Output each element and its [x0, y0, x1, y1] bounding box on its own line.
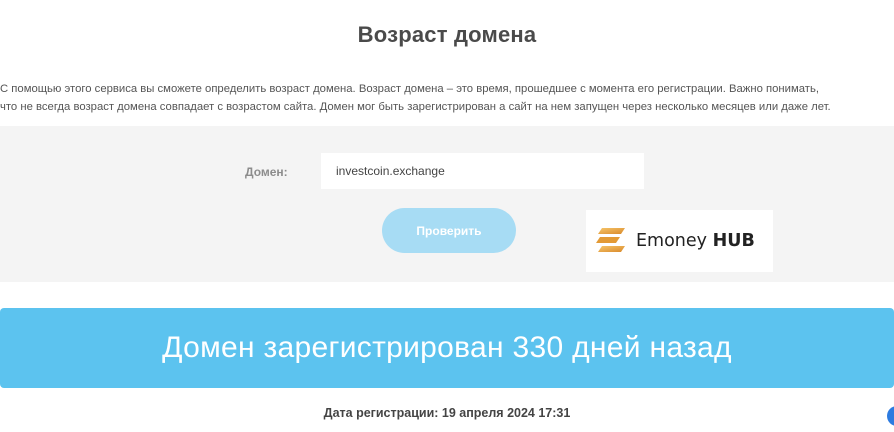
- domain-label: Домен:: [245, 165, 288, 179]
- registration-date: Дата регистрации: 19 апреля 2024 17:31: [323, 406, 571, 420]
- service-description: С помощью этого сервиса вы сможете опред…: [0, 80, 890, 116]
- logo-wordmark: Emoney HUB: [636, 231, 755, 251]
- e-stack-logo-icon: [596, 228, 625, 252]
- domain-input[interactable]: [321, 153, 644, 189]
- description-line-2: что не всегда возраст домена совпадает с…: [0, 101, 831, 113]
- result-banner: Домен зарегистрирован 330 дней назад: [0, 308, 894, 388]
- description-line-1: С помощью этого сервиса вы сможете опред…: [0, 83, 819, 95]
- logo-brand-name: Emoney: [636, 231, 708, 251]
- result-message: Домен зарегистрирован 330 дней назад: [162, 331, 732, 364]
- check-button[interactable]: Проверить: [382, 208, 516, 253]
- logo-brand-suffix: HUB: [712, 231, 755, 251]
- page-title: Возраст домена: [357, 22, 537, 47]
- emoney-hub-logo: Emoney HUB: [586, 210, 773, 272]
- chat-widget-icon[interactable]: [887, 406, 894, 426]
